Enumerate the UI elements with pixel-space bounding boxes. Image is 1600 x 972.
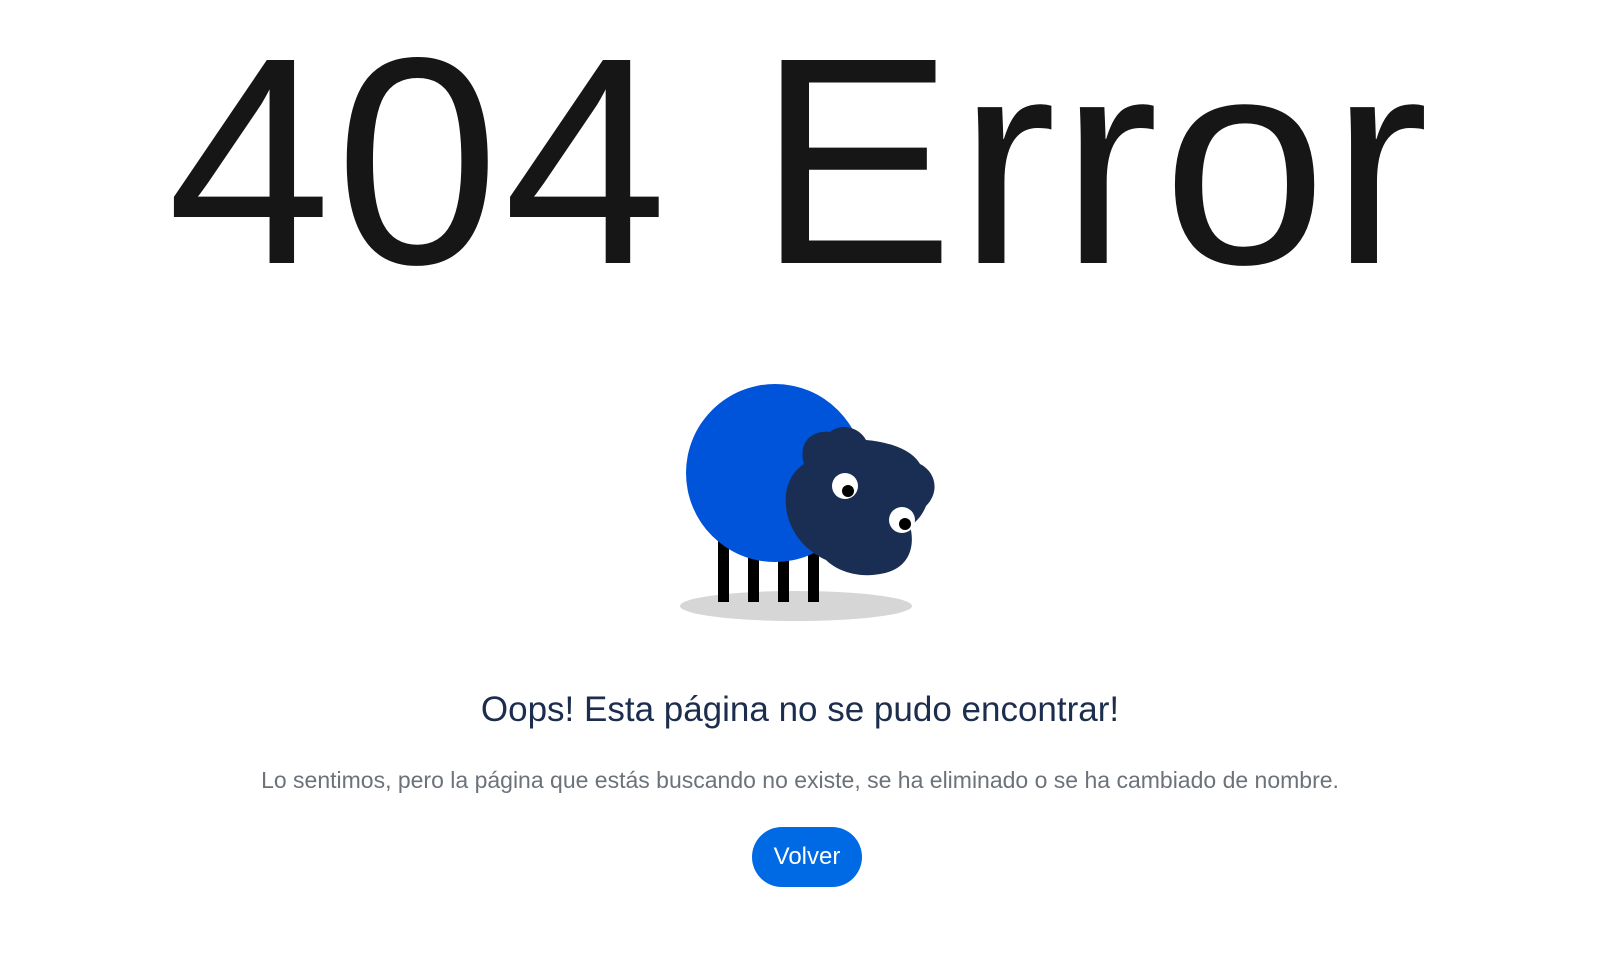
sheep-pupil — [842, 485, 854, 497]
error-description: Lo sentimos, pero la página que estás bu… — [261, 767, 1339, 793]
error-message: Oops! Esta página no se pudo encontrar! — [480, 690, 1120, 729]
sheep-pupil — [899, 518, 911, 530]
sheep-illustration — [680, 380, 960, 630]
back-button[interactable]: Volver — [752, 827, 862, 887]
sheep-shadow — [680, 591, 912, 621]
error-page: 404 Error Oops! Esta página no se pudo e… — [0, 0, 1600, 972]
error-title: 404 Error — [167, 0, 1433, 326]
